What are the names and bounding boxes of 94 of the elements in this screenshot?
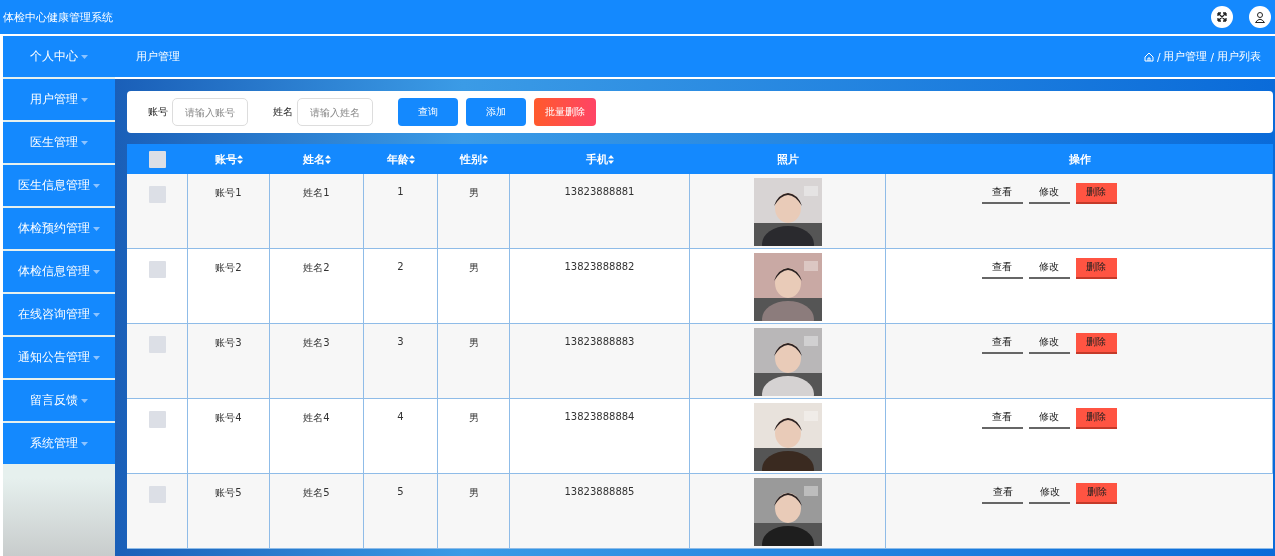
table-cell: 3 (397, 336, 404, 347)
column-header[interactable]: 性别 (438, 144, 510, 174)
delete-button[interactable]: 删除 (1075, 333, 1117, 354)
sort-icon[interactable] (325, 154, 331, 164)
page-title: 用户管理 (136, 49, 180, 64)
caret-icon (93, 355, 100, 360)
table-cell: 账号2 (215, 261, 242, 275)
app-title: 体检中心健康管理系统 (3, 9, 113, 25)
caret-icon (93, 183, 100, 188)
home-icon[interactable] (1143, 51, 1154, 62)
user-icon[interactable] (1249, 6, 1271, 28)
field-label: 姓名 (273, 105, 293, 119)
caret-icon (93, 269, 100, 274)
caret-icon (81, 441, 88, 446)
sidebar-item[interactable]: 体检预约管理 (3, 208, 115, 249)
checkbox[interactable] (148, 186, 166, 203)
action-button[interactable]: 修改 (1029, 483, 1070, 504)
sidebar-item[interactable]: 系统管理 (3, 423, 115, 464)
checkbox[interactable] (148, 486, 166, 503)
table-cell: 男 (468, 261, 479, 275)
table-cell: 4 (397, 411, 404, 422)
table-cell: 账号3 (215, 336, 242, 350)
action-button[interactable]: 查看 (981, 333, 1023, 354)
sidebar-item[interactable]: 留言反馈 (3, 380, 115, 421)
fullscreen-icon[interactable] (1211, 6, 1233, 28)
search-field[interactable]: 请输入账号 (172, 98, 248, 126)
sidebar-item[interactable]: 在线咨询管理 (3, 294, 115, 335)
search-field[interactable]: 请输入姓名 (297, 98, 373, 126)
caret-icon (93, 226, 100, 231)
delete-button[interactable]: 删除 (1075, 183, 1117, 204)
checkbox[interactable] (148, 261, 166, 278)
table-cell: 13823888881 (564, 186, 635, 197)
caret-icon (93, 312, 100, 317)
checkbox[interactable] (149, 150, 166, 168)
caret-icon (81, 398, 88, 403)
table-cell: 账号5 (215, 486, 242, 500)
sidebar-item[interactable]: 通知公告管理 (3, 337, 115, 378)
action-button[interactable]: 查看 (981, 408, 1023, 429)
column-header[interactable]: 账号 (188, 144, 270, 174)
table-cell: 男 (468, 411, 479, 425)
caret-icon (81, 140, 88, 145)
sidebar-item[interactable]: 个人中心 (3, 36, 115, 77)
table-cell: 账号1 (215, 186, 242, 200)
sort-icon[interactable] (409, 154, 415, 164)
sort-icon[interactable] (608, 154, 614, 164)
table-cell: 13823888882 (564, 261, 635, 272)
field-label: 账号 (148, 105, 168, 119)
sidebar-item[interactable]: 医生信息管理 (3, 165, 115, 206)
search-button[interactable]: 查询 (398, 98, 458, 126)
delete-button[interactable]: 删除 (1075, 258, 1117, 279)
sort-icon[interactable] (482, 154, 488, 164)
batch-delete-button[interactable]: 批量删除 (534, 98, 596, 126)
sidebar-item[interactable]: 体检信息管理 (3, 251, 115, 292)
sidebar-item[interactable]: 用户管理 (3, 79, 115, 120)
action-button[interactable]: 修改 (1028, 333, 1070, 354)
breadcrumb-item[interactable]: 用户管理 (1163, 49, 1208, 64)
caret-icon (81, 97, 88, 102)
table-cell: 男 (468, 186, 479, 200)
table-cell: 13823888884 (564, 411, 635, 422)
breadcrumb-item[interactable]: 用户列表 (1217, 49, 1261, 64)
delete-button[interactable]: 删除 (1076, 483, 1117, 504)
action-button[interactable]: 修改 (1028, 408, 1070, 429)
table-cell: 1 (397, 186, 404, 197)
table-cell: 男 (468, 336, 479, 350)
table-cell: 账号4 (215, 411, 242, 425)
checkbox[interactable] (148, 411, 166, 428)
sort-icon[interactable] (237, 154, 243, 164)
table-cell: 姓名3 (303, 336, 330, 350)
action-button[interactable]: 查看 (981, 258, 1023, 279)
column-header[interactable]: 手机 (510, 144, 690, 174)
column-header: 操作 (886, 144, 1273, 174)
search-button[interactable]: 添加 (466, 98, 526, 126)
table-cell: 2 (397, 261, 404, 272)
column-header[interactable]: 姓名 (270, 144, 364, 174)
table-cell: 5 (397, 486, 404, 497)
action-button[interactable]: 查看 (982, 483, 1023, 504)
action-button[interactable]: 修改 (1028, 258, 1070, 279)
table-cell: 13823888883 (564, 336, 635, 347)
table-cell: 姓名5 (303, 486, 330, 500)
column-header[interactable]: 年龄 (364, 144, 438, 174)
action-button[interactable]: 查看 (981, 183, 1023, 204)
checkbox[interactable] (148, 336, 166, 353)
breadcrumb-separator: / (1210, 50, 1214, 63)
table-cell: 13823888885 (564, 486, 635, 497)
table-cell: 姓名1 (303, 186, 330, 200)
column-header: 照片 (690, 144, 886, 174)
delete-button[interactable]: 删除 (1075, 408, 1117, 429)
sidebar-item[interactable]: 医生管理 (3, 122, 115, 163)
table-cell: 姓名2 (303, 261, 330, 275)
breadcrumb-separator: / (1156, 50, 1161, 63)
caret-icon (81, 54, 88, 59)
table-cell: 男 (468, 486, 479, 500)
table-cell: 姓名4 (303, 411, 330, 425)
action-button[interactable]: 修改 (1028, 183, 1070, 204)
